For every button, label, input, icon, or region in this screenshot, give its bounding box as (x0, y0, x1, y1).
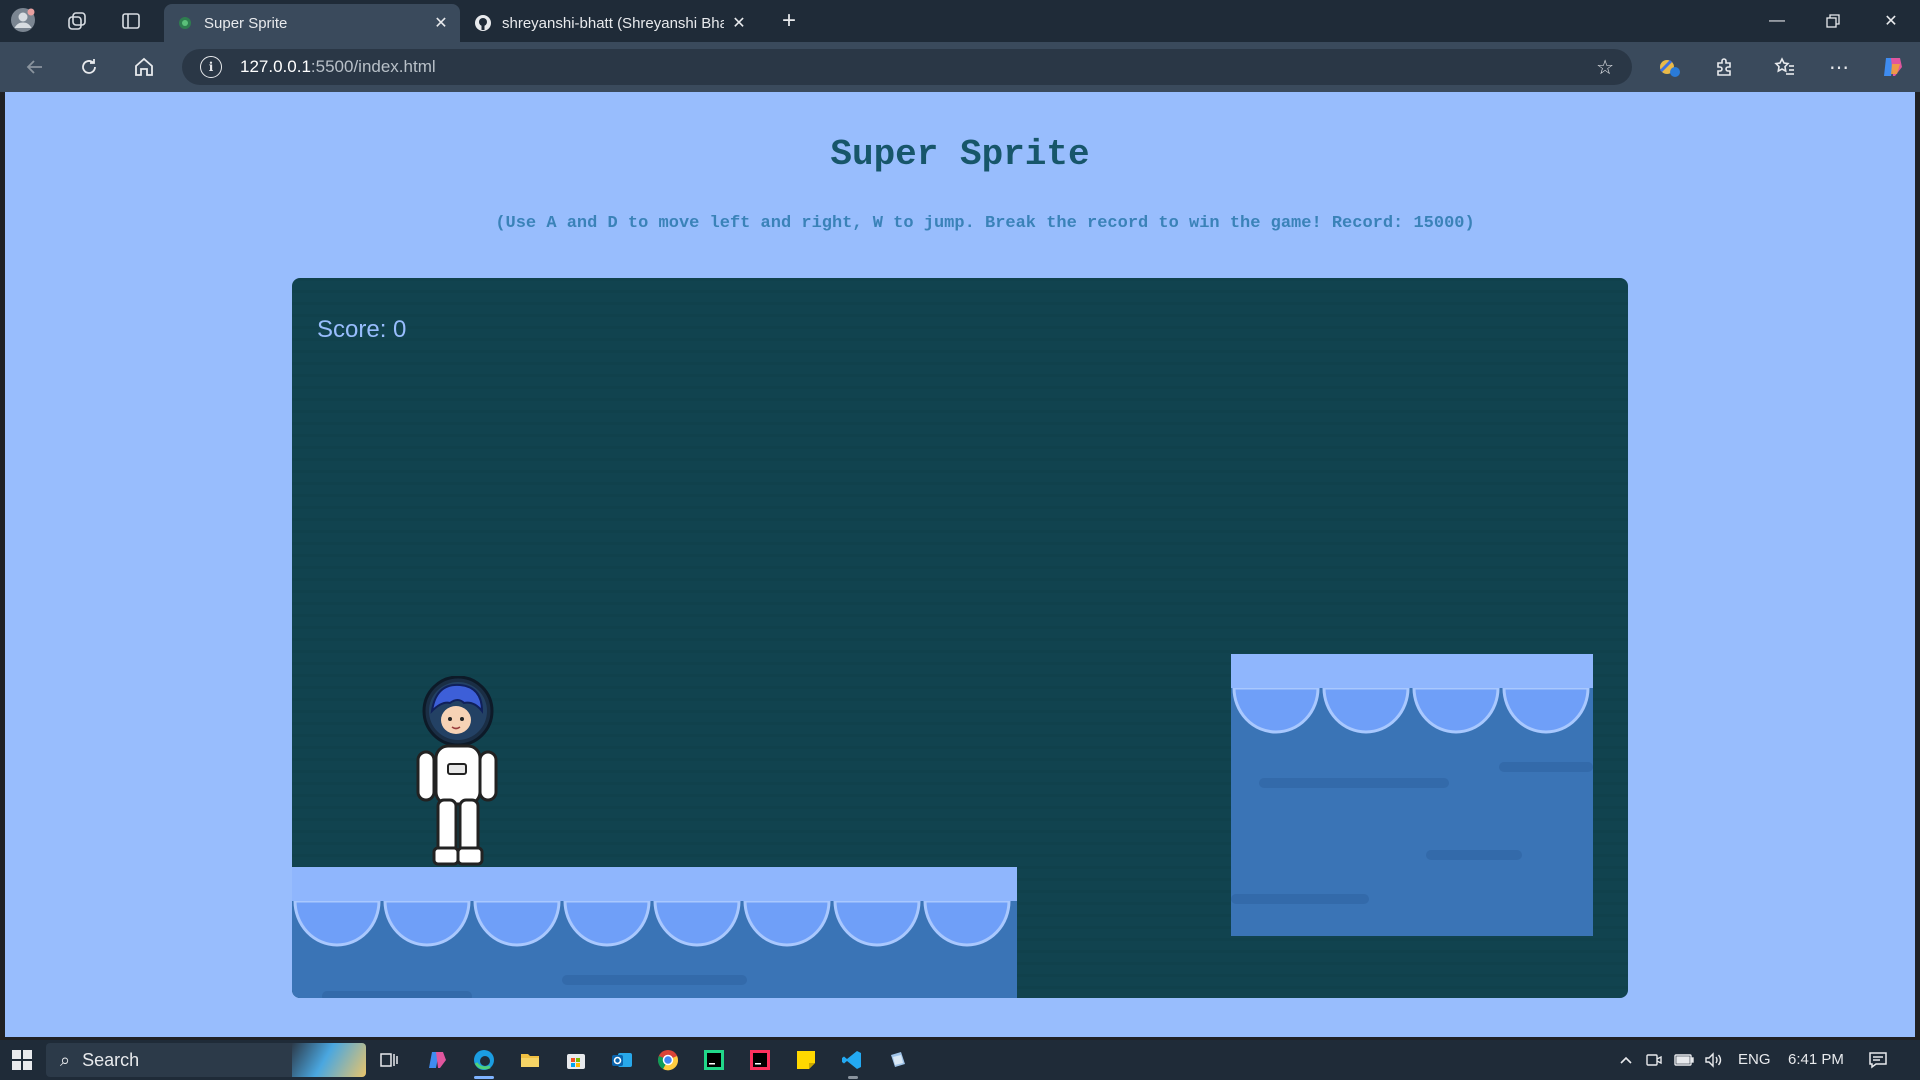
vertical-tabs-icon[interactable] (118, 8, 144, 34)
search-icon: ⌕ (60, 1049, 71, 1070)
chevron-up-icon[interactable] (1614, 1048, 1638, 1072)
pycharm-icon[interactable] (702, 1048, 726, 1072)
windows-start-icon[interactable] (10, 1048, 34, 1072)
game-instructions: (Use A and D to move left and right, W t… (495, 214, 1475, 233)
page-viewport: Super Sprite (Use A and D to move left a… (5, 92, 1915, 1037)
workspaces-icon[interactable] (64, 8, 90, 34)
tab-close-icon[interactable]: ✕ (730, 14, 748, 32)
clock[interactable]: 6:41 PM (1788, 1051, 1844, 1068)
ground-platform (292, 867, 1017, 998)
page-title: Super Sprite (830, 134, 1090, 175)
url-path: :5500/index.html (310, 57, 436, 76)
copilot-icon[interactable] (1880, 54, 1906, 80)
new-tab-button[interactable]: + (776, 7, 802, 34)
tab-super-sprite[interactable]: Super Sprite ✕ (164, 4, 460, 42)
edge-browser-icon[interactable] (472, 1048, 496, 1072)
copilot-taskbar-icon[interactable] (426, 1048, 450, 1072)
minimize-button[interactable]: — (1762, 8, 1792, 34)
url-text[interactable]: 127.0.0.1:5500/index.html (240, 57, 436, 77)
profile-icon[interactable] (10, 7, 36, 33)
vscode-icon[interactable] (840, 1048, 864, 1072)
url-host: 127.0.0.1 (240, 57, 311, 76)
taskbar-search-label: Search (82, 1049, 140, 1070)
file-explorer-icon[interactable] (518, 1048, 542, 1072)
address-bar-row: i 127.0.0.1:5500/index.html ☆ ⋯ (0, 42, 1920, 92)
extension-color-icon[interactable] (1656, 54, 1682, 80)
task-view-icon[interactable] (377, 1048, 401, 1072)
url-bar[interactable]: i 127.0.0.1:5500/index.html ☆ (182, 49, 1632, 85)
microsoft-store-icon[interactable] (564, 1048, 588, 1072)
volume-icon[interactable] (1702, 1048, 1726, 1072)
more-menu-icon[interactable]: ⋯ (1826, 54, 1852, 80)
back-icon[interactable] (22, 54, 48, 80)
browser-tab-bar: Super Sprite ✕ shreyanshi-bhatt (Shreyan… (0, 0, 1920, 42)
tab-close-icon[interactable]: ✕ (432, 14, 450, 32)
outlook-icon[interactable] (610, 1048, 634, 1072)
tab-title: Super Sprite (204, 14, 288, 32)
site-info-icon[interactable]: i (200, 56, 222, 78)
battery-icon[interactable] (1672, 1048, 1696, 1072)
camera-icon[interactable] (1642, 1048, 1666, 1072)
github-icon (474, 14, 492, 32)
home-icon[interactable] (131, 54, 157, 80)
language-indicator[interactable]: ENG (1738, 1051, 1771, 1068)
chrome-icon[interactable] (656, 1048, 680, 1072)
tab-github[interactable]: shreyanshi-bhatt (Shreyanshi Bhatt) ✕ (462, 4, 758, 42)
app-icon[interactable] (886, 1048, 910, 1072)
tab-title: shreyanshi-bhatt (Shreyanshi Bhatt) (502, 14, 724, 32)
favorite-star-icon[interactable]: ☆ (1596, 55, 1614, 80)
favorites-icon[interactable] (1772, 54, 1798, 80)
notifications-icon[interactable] (1866, 1048, 1890, 1072)
sticky-notes-icon[interactable] (794, 1048, 818, 1072)
sprite-favicon-icon (176, 14, 194, 32)
vscode-active-indicator (848, 1076, 858, 1079)
restore-button[interactable] (1818, 8, 1848, 34)
windows-taskbar: ⌕ Search ENG 6:41 PM (0, 1040, 1920, 1080)
floating-platform (1231, 654, 1593, 936)
game-canvas[interactable]: Score: 0 (292, 278, 1628, 998)
intellij-icon[interactable] (748, 1048, 772, 1072)
edge-active-indicator (474, 1076, 494, 1079)
reload-icon[interactable] (76, 54, 102, 80)
search-highlight-image (292, 1043, 366, 1077)
close-window-button[interactable]: ✕ (1876, 8, 1906, 34)
taskbar-search-box[interactable]: ⌕ Search (46, 1043, 366, 1077)
score-label: Score: 0 (317, 316, 407, 343)
player-astronaut-sprite (414, 675, 500, 868)
extensions-puzzle-icon[interactable] (1711, 54, 1737, 80)
